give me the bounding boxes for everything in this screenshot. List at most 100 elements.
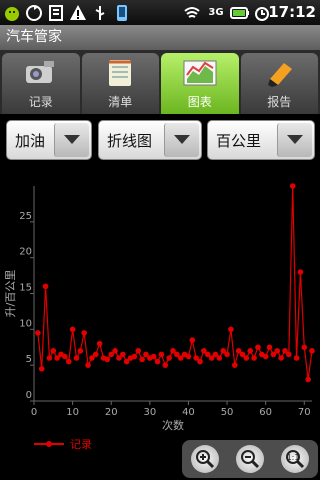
legend-label: 记录 bbox=[70, 438, 92, 451]
data-point bbox=[104, 356, 111, 363]
tab-bar: 记录 清单 图表 报告 bbox=[0, 50, 320, 114]
chevron-down-icon bbox=[54, 123, 89, 157]
data-point bbox=[120, 351, 126, 358]
data-point bbox=[197, 358, 203, 365]
data-point bbox=[81, 330, 87, 336]
data-point bbox=[286, 351, 292, 358]
phone-icon bbox=[112, 3, 132, 23]
wifi-icon bbox=[182, 3, 202, 23]
svg-text:1:1: 1:1 bbox=[287, 453, 300, 462]
chart-legend: 记录 bbox=[34, 436, 92, 452]
usb-icon bbox=[90, 3, 110, 23]
tab-chart[interactable]: 图表 bbox=[161, 53, 239, 114]
data-point bbox=[251, 355, 257, 361]
data-point bbox=[50, 348, 57, 354]
data-point bbox=[162, 362, 169, 368]
legend-swatch bbox=[34, 441, 64, 447]
chevron-down-icon bbox=[277, 123, 312, 157]
data-point bbox=[73, 355, 80, 361]
data-point bbox=[301, 344, 308, 351]
data-point bbox=[131, 353, 138, 360]
battery-icon bbox=[230, 3, 250, 23]
data-point bbox=[255, 344, 261, 351]
unit-spinner[interactable]: 百公里 bbox=[207, 120, 315, 160]
app-title: 汽车管家 bbox=[6, 29, 62, 45]
status-bar: 3G 17:12 bbox=[0, 0, 320, 25]
category-spinner[interactable]: 加油 bbox=[6, 120, 92, 160]
unit-value: 百公里 bbox=[216, 132, 262, 150]
warning-icon bbox=[68, 3, 88, 23]
x-tick-label: 60 bbox=[259, 407, 272, 418]
x-tick-label: 20 bbox=[105, 407, 118, 418]
y-tick-label: 20 bbox=[19, 247, 32, 258]
data-point bbox=[216, 355, 223, 361]
usb-debug-icon bbox=[46, 3, 66, 23]
data-point bbox=[293, 355, 300, 361]
x-tick-label: 70 bbox=[298, 407, 311, 418]
camera-icon bbox=[25, 61, 54, 83]
tab-record-label: 记录 bbox=[28, 95, 53, 109]
data-point bbox=[38, 365, 45, 372]
data-point bbox=[139, 356, 145, 363]
x-tick-label: 30 bbox=[143, 407, 156, 418]
tab-list-label: 清单 bbox=[108, 95, 133, 109]
chart-type-spinner[interactable]: 折线图 bbox=[98, 120, 202, 160]
x-tick-label: 40 bbox=[182, 407, 195, 418]
data-point bbox=[278, 355, 284, 361]
data-point bbox=[266, 344, 273, 351]
data-point bbox=[112, 348, 118, 354]
filter-bar: 加油 折线图 百公里 bbox=[0, 114, 320, 170]
data-point bbox=[224, 351, 230, 358]
data-point bbox=[46, 355, 53, 361]
x-axis-label: 次数 bbox=[162, 418, 184, 432]
y-tick-label: 15 bbox=[19, 283, 32, 294]
category-value: 加油 bbox=[15, 132, 46, 150]
data-points bbox=[35, 183, 315, 383]
x-tick-label: 10 bbox=[66, 407, 79, 418]
x-ticks: 0 10 20 30 40 50 60 70 bbox=[31, 401, 311, 418]
tab-report[interactable]: 报告 bbox=[240, 53, 318, 114]
tab-list[interactable]: 清单 bbox=[81, 53, 159, 114]
data-point bbox=[42, 283, 49, 290]
tab-record[interactable]: 记录 bbox=[2, 53, 80, 114]
app-title-bar: 汽车管家 bbox=[0, 25, 320, 50]
zoom-out-button[interactable] bbox=[235, 445, 264, 473]
data-point bbox=[297, 269, 304, 275]
data-point bbox=[85, 362, 91, 368]
y-tick-label: 10 bbox=[19, 318, 32, 329]
zoom-controls: 1:1 bbox=[182, 440, 318, 478]
data-point bbox=[135, 348, 142, 354]
data-point bbox=[96, 340, 103, 347]
y-tick-label: 25 bbox=[19, 211, 32, 222]
data-point bbox=[158, 351, 165, 358]
data-point bbox=[305, 376, 311, 383]
tab-chart-label: 图表 bbox=[187, 95, 212, 109]
y-axis-label: 升/百公里 bbox=[4, 270, 17, 318]
tab-report-label: 报告 bbox=[267, 95, 292, 109]
data-point bbox=[154, 358, 161, 365]
zoom-in-button[interactable] bbox=[190, 445, 219, 473]
android-icon bbox=[2, 3, 22, 23]
clock-time: 17:12 bbox=[268, 3, 316, 21]
y-tick-label: 0 bbox=[26, 390, 32, 401]
fuel-consumption-chart: 0 10 20 30 40 50 60 70 0 5 10 15 20 25 次数 升/百公里 bbox=[4, 183, 315, 432]
data-point bbox=[309, 348, 315, 354]
data-point bbox=[35, 330, 41, 336]
highlighter-icon bbox=[268, 63, 293, 87]
chevron-down-icon bbox=[164, 123, 199, 157]
data-point bbox=[247, 348, 254, 354]
sync-icon bbox=[24, 3, 44, 23]
data-point bbox=[69, 326, 76, 333]
notepad-icon bbox=[109, 60, 132, 86]
zoom-fit-button[interactable]: 1:1 bbox=[281, 445, 310, 473]
data-point bbox=[92, 351, 99, 358]
data-point bbox=[228, 326, 234, 333]
data-point bbox=[65, 358, 72, 365]
x-tick-label: 50 bbox=[221, 407, 234, 418]
3g-signal-icon: 3G bbox=[208, 7, 224, 18]
chart-icon bbox=[183, 60, 217, 86]
zoom-in-icon bbox=[195, 450, 214, 469]
data-point bbox=[243, 355, 250, 361]
data-point bbox=[185, 353, 192, 360]
data-point bbox=[77, 348, 84, 354]
